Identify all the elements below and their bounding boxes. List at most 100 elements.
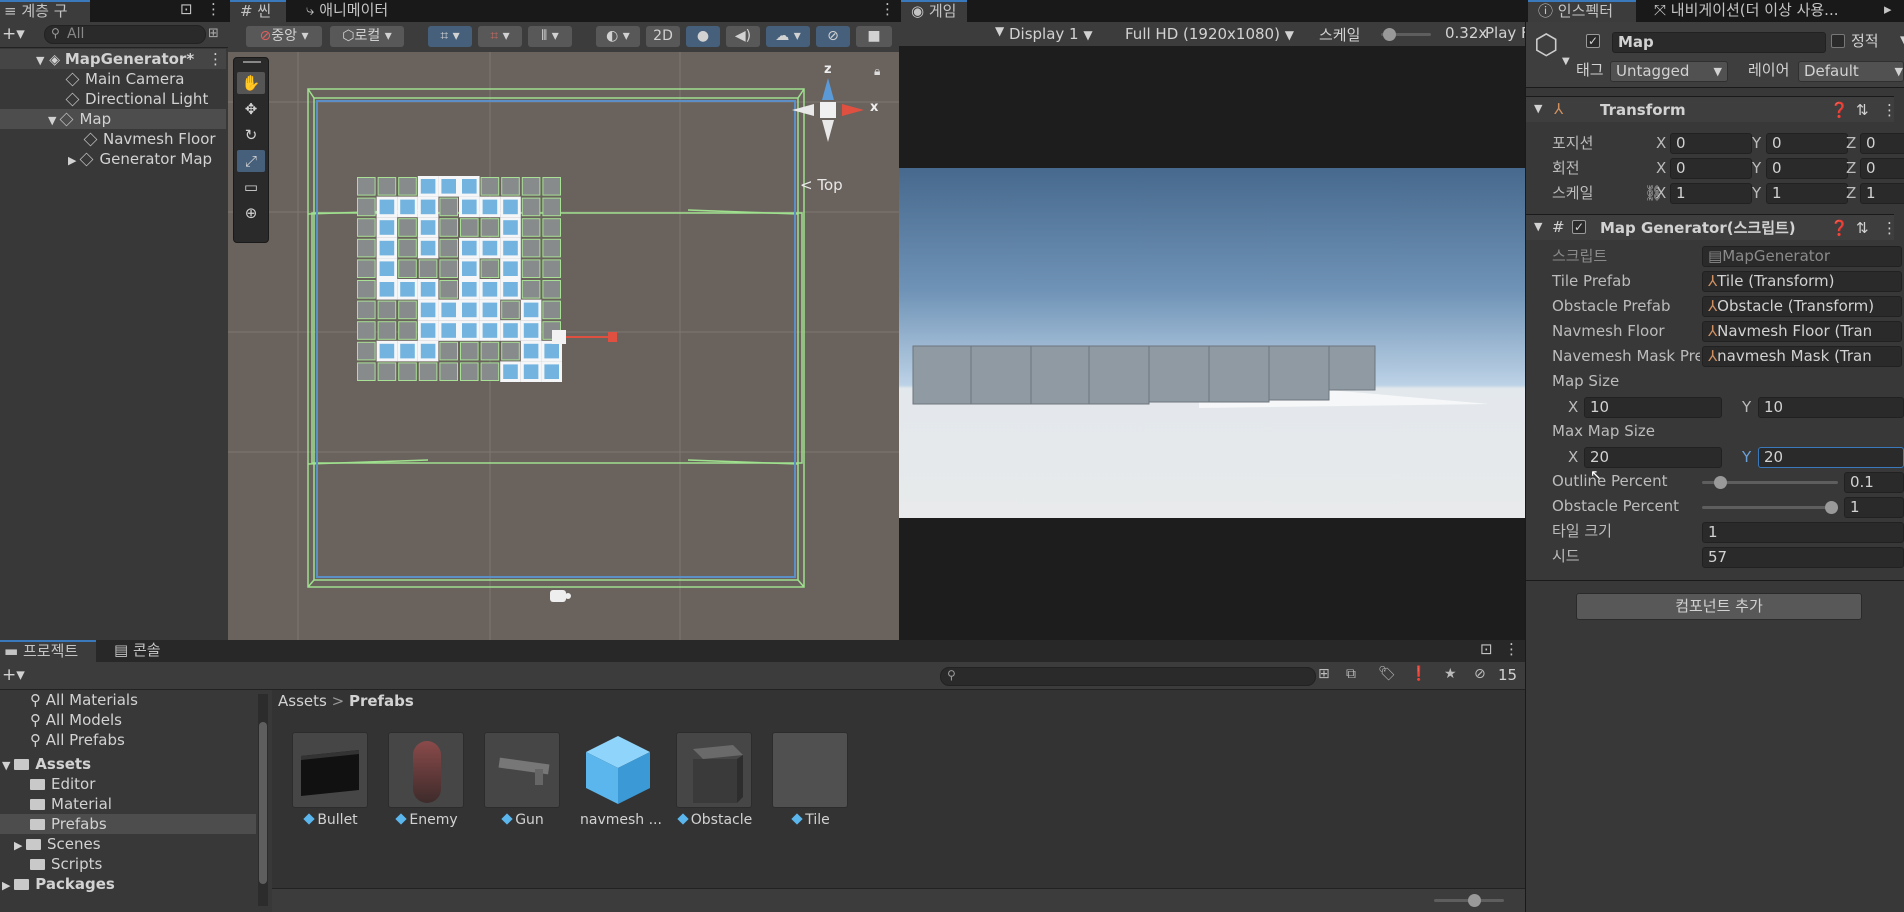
orientation-gizmo[interactable]: z x 🔒︎ — [788, 62, 888, 172]
hidden-objects-toggle[interactable]: ⊘ — [816, 26, 850, 47]
expand-arrow-icon[interactable]: ▼ — [2, 759, 14, 772]
asset-obstacle[interactable]: Obstacle — [676, 732, 754, 832]
obstacle-slider-knob[interactable] — [1825, 501, 1838, 514]
expand-arrow-icon[interactable]: ▼ — [48, 114, 56, 127]
filter-type-icon[interactable]: ⧉ — [1346, 666, 1356, 682]
tree-folder-prefabs[interactable]: Prefabs — [0, 814, 256, 834]
obstacle-percent-field[interactable]: 1 — [1844, 497, 1904, 518]
component-enabled-checkbox[interactable]: ✓ — [1572, 220, 1586, 234]
2d-toggle[interactable]: 2D — [646, 26, 680, 47]
search-window-icon[interactable]: ⊞ — [1318, 666, 1330, 682]
filter-label-icon[interactable]: 🏷︎ — [1378, 666, 1396, 682]
hierarchy-item-navmesh-floor[interactable]: Navmesh Floor — [0, 129, 226, 149]
asset-bullet[interactable]: Bullet — [292, 732, 370, 832]
hand-tool-button[interactable]: ✋ — [237, 72, 265, 94]
breadcrumb-assets[interactable]: Assets — [278, 692, 327, 710]
static-dropdown-icon[interactable]: ▼ — [1900, 31, 1904, 51]
help-icon[interactable]: ❓ — [1830, 218, 1849, 238]
lighting-toggle[interactable]: ● — [686, 26, 720, 47]
transform-tool-button[interactable]: ⊕ — [237, 202, 265, 224]
navmesh-floor-field[interactable]: ⅄Navmesh Floor (Tran — [1702, 321, 1902, 342]
increment-snap-dropdown[interactable]: ⦀ ▾ — [528, 26, 572, 47]
breadcrumb-prefabs[interactable]: Prefabs — [349, 692, 414, 710]
favorite-star-icon[interactable]: ★ — [1444, 666, 1457, 682]
seed-field[interactable]: 57 — [1702, 547, 1904, 568]
tile-prefab-field[interactable]: ⅄Tile (Transform) — [1702, 271, 1902, 292]
collapse-arrow-icon[interactable]: ▶ — [2, 879, 14, 892]
position-x-field[interactable]: 0 — [1670, 133, 1752, 154]
scale-slider-knob[interactable] — [1382, 28, 1396, 41]
scene-viewport[interactable]: ✋ ✥ ↻ ⤢ ▭ ⊕ z x 🔒︎ < Top — [228, 52, 899, 640]
rotation-z-field[interactable]: 0 — [1860, 158, 1904, 179]
camera-dropdown[interactable]: ■ — [856, 26, 892, 47]
create-icon[interactable]: +▾ — [2, 665, 25, 685]
tab-project[interactable]: ▬ 프로젝트 — [0, 640, 96, 662]
space-dropdown[interactable]: ⬡로컬 ▾ — [330, 26, 404, 47]
camera-gizmo-icon[interactable] — [550, 590, 571, 602]
tab-animator[interactable]: ⤷ 애니메이터 — [296, 0, 398, 22]
obstacle-slider-track[interactable] — [1702, 506, 1838, 509]
aspect-dropdown-icon[interactable]: ▼ — [995, 24, 1004, 38]
move-tool-button[interactable]: ✥ — [237, 98, 265, 120]
static-checkbox[interactable] — [1831, 34, 1845, 48]
expand-arrow-icon[interactable]: ▼ — [1534, 99, 1542, 119]
tag-dropdown[interactable]: Untagged ▼ — [1610, 61, 1728, 82]
favorite-all-materials[interactable]: ⚲ All Materials — [30, 690, 138, 710]
transform-header[interactable]: ▼ ⅄ Transform ❓ ⇅ ⋮ — [1526, 96, 1897, 122]
collapse-arrow-icon[interactable]: ▶ — [68, 154, 76, 167]
presets-icon[interactable]: ⇅ — [1856, 218, 1869, 238]
tab-hierarchy[interactable]: ≡ 계층 구조 — [0, 0, 90, 39]
obstacle-prefab-field[interactable]: ⅄Obstacle (Transform) — [1702, 296, 1902, 317]
asset-tile[interactable]: Tile — [772, 732, 850, 832]
map-size-y-field[interactable]: 10 — [1758, 397, 1904, 418]
collapse-arrow-icon[interactable]: ▶ — [14, 839, 26, 852]
search-options-icon[interactable]: ⊞ — [208, 26, 219, 41]
tree-packages[interactable]: ▶ Packages — [2, 874, 115, 894]
object-name-field[interactable]: Map — [1612, 32, 1826, 53]
position-y-field[interactable]: 0 — [1766, 133, 1848, 154]
lock-icon[interactable]: ⊡ — [180, 0, 193, 18]
tree-folder-scenes[interactable]: ▶ Scenes — [14, 834, 101, 854]
favorite-all-models[interactable]: ⚲ All Models — [30, 710, 122, 730]
play-focused-dropdown[interactable]: Play F — [1485, 24, 1530, 42]
presets-icon[interactable]: ⇅ — [1856, 100, 1869, 120]
tab-inspector[interactable]: ⓘ 인스펙터 — [1528, 0, 1636, 22]
max-map-size-x-field[interactable]: 20 — [1584, 447, 1722, 468]
tab-console[interactable]: ▤ 콘솔 — [104, 640, 171, 662]
tree-folder-editor[interactable]: Editor — [30, 774, 95, 794]
x-scale-handle[interactable] — [608, 332, 617, 342]
resolution-dropdown[interactable]: Full HD (1920x1080) ▼ — [1125, 22, 1325, 46]
tab-scroll-icon[interactable]: ▸ — [1884, 0, 1892, 18]
scale-tool-button[interactable]: ⤢ — [237, 150, 265, 172]
more-options-icon[interactable]: ⋮ — [206, 0, 221, 18]
rotation-x-field[interactable]: 0 — [1670, 158, 1752, 179]
scene-more-icon[interactable]: ⋮ — [880, 0, 895, 18]
layer-dropdown[interactable]: Default ▼ — [1798, 61, 1904, 82]
icon-size-knob[interactable] — [1468, 894, 1481, 907]
project-search-input[interactable]: ⚲ — [940, 667, 1316, 686]
scale-x-field[interactable]: 1 — [1670, 183, 1752, 204]
effects-dropdown[interactable]: ☁ ▾ — [766, 26, 810, 47]
hierarchy-scene-root[interactable]: ▼ ◈ MapGenerator* ⋮ — [0, 49, 226, 69]
display-dropdown[interactable]: Display 1 ▼ — [1009, 22, 1119, 46]
active-checkbox[interactable]: ✓ — [1586, 34, 1600, 48]
outline-percent-field[interactable]: 0.1 — [1844, 472, 1904, 493]
asset-enemy[interactable]: Enemy — [388, 732, 466, 832]
map-generator-header[interactable]: ▼ # ✓ Map Generator(스크립트) ❓ ⇅ ⋮ — [1526, 214, 1897, 240]
help-icon[interactable]: ❓ — [1830, 100, 1849, 120]
hierarchy-item-generator-map[interactable]: ▶ Generator Map — [0, 149, 226, 169]
game-view[interactable] — [899, 168, 1525, 518]
draw-mode-dropdown[interactable]: ◐ ▾ — [596, 26, 640, 47]
tree-scrollbar-thumb[interactable] — [259, 722, 267, 884]
view-mode-label[interactable]: < Top — [800, 176, 843, 194]
tree-folder-material[interactable]: Material — [30, 794, 112, 814]
asset-gun[interactable]: Gun — [484, 732, 562, 832]
grid-snap-dropdown[interactable]: ⌗ ▾ — [478, 26, 522, 47]
snap-toggle[interactable]: ⌗ ▾ — [428, 26, 472, 47]
tree-folder-scripts[interactable]: Scripts — [30, 854, 102, 874]
palette-grip-icon[interactable] — [243, 61, 261, 63]
hidden-packages-icon[interactable]: ⊘ — [1474, 666, 1486, 682]
add-icon[interactable]: +▾ — [2, 24, 25, 44]
tab-navigation[interactable]: ⤧ 내비게이션(더 이상 사용... — [1644, 0, 1884, 22]
lock-view-icon[interactable]: 🔒︎ — [874, 64, 880, 79]
